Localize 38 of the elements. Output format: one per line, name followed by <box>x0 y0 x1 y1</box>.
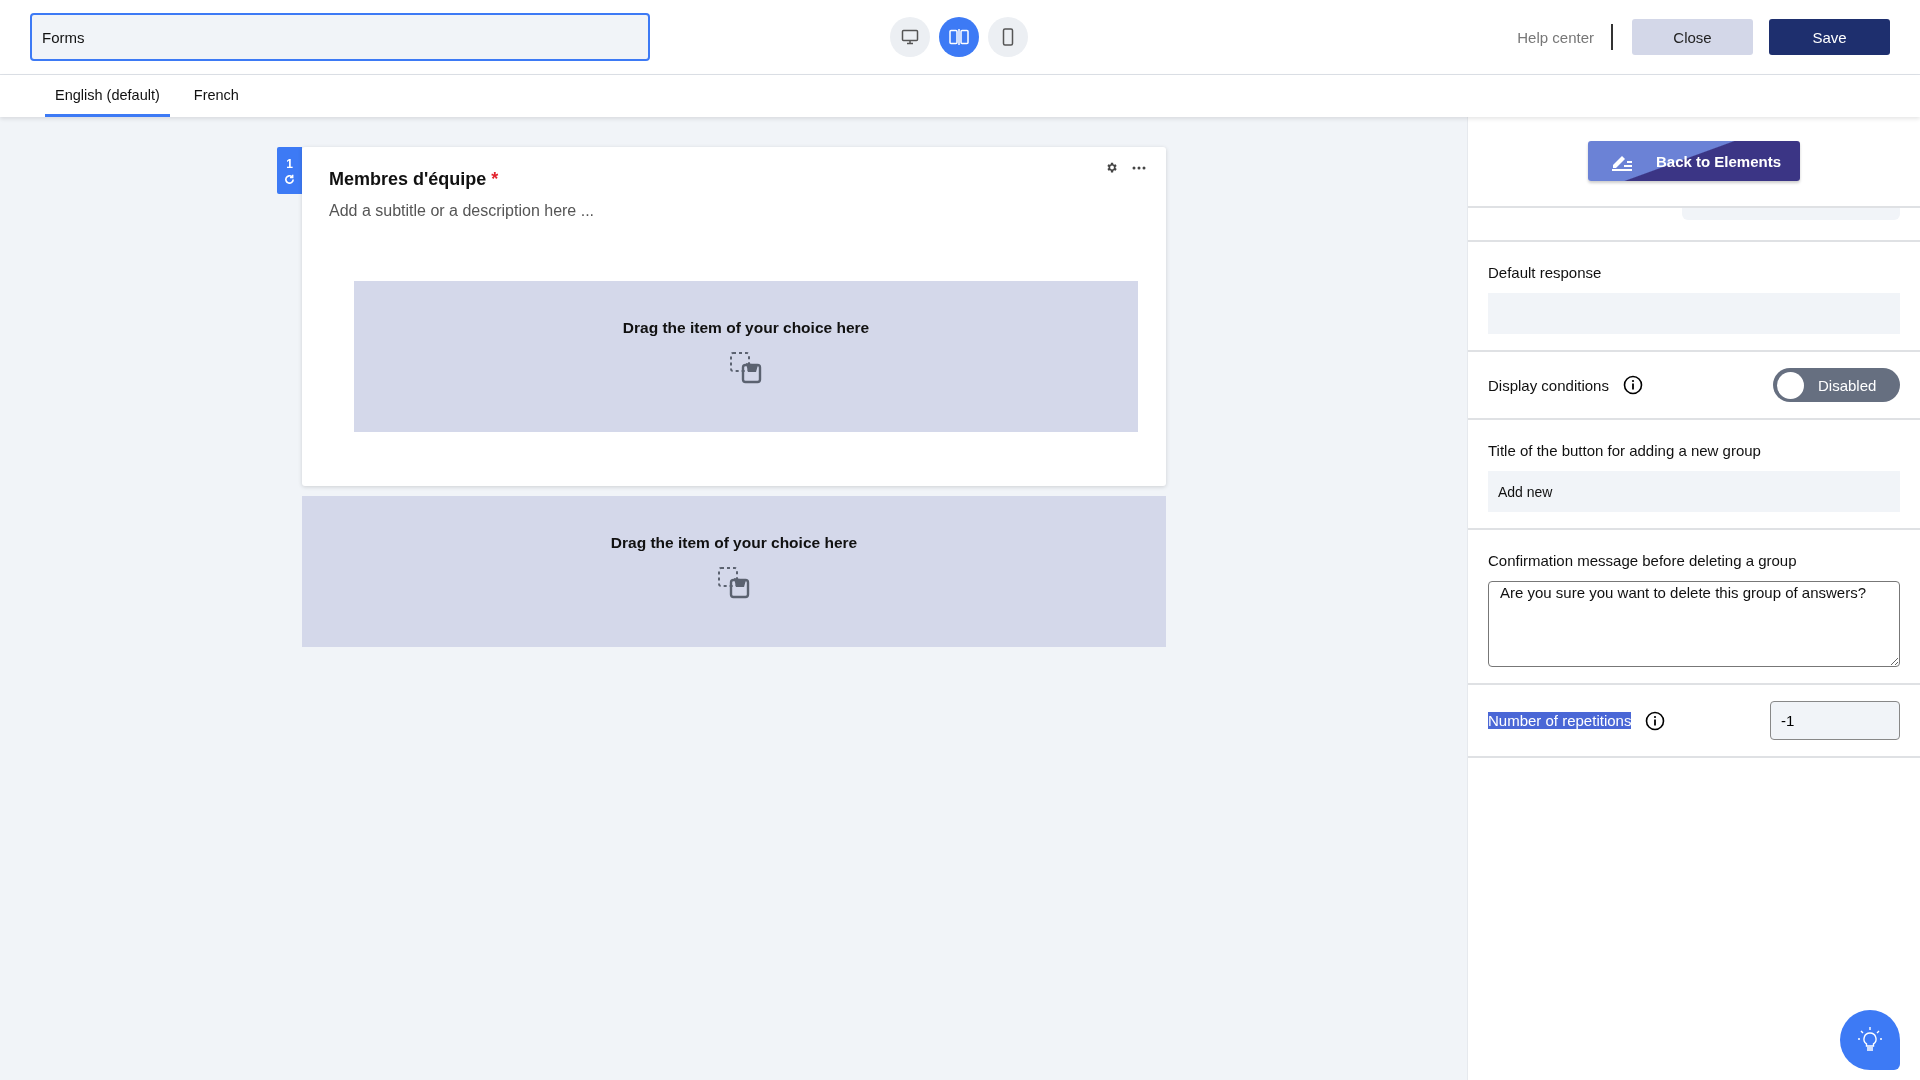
drop-zone[interactable]: Drag the item of your choice here <box>302 496 1166 647</box>
required-asterisk: * <box>491 169 499 189</box>
view-mode-button[interactable] <box>939 17 979 57</box>
drop-zone-label: Drag the item of your choice here <box>622 319 870 337</box>
info-icon[interactable] <box>1622 375 1643 395</box>
drag-hand-icon <box>729 351 763 385</box>
display-conditions-toggle[interactable]: Disabled <box>1773 368 1900 402</box>
confirmation-message-field[interactable]: Are you sure you want to delete this group of answers? <box>1488 581 1900 667</box>
drop-zone-label: Drag the item of your choice here <box>610 534 858 552</box>
field-label: Number of repetitions <box>1488 712 1632 729</box>
phone-icon <box>1002 28 1014 46</box>
drag-hand-icon <box>717 566 751 600</box>
drop-zone[interactable]: Drag the item of your choice here <box>354 281 1138 432</box>
field-label: Default response <box>1488 264 1603 281</box>
save-button[interactable]: Save <box>1769 19 1890 55</box>
language-tab[interactable]: French <box>183 75 249 117</box>
tips-button[interactable] <box>1840 1010 1900 1070</box>
form-title-field[interactable]: Forms <box>30 13 650 61</box>
input-field[interactable] <box>1682 208 1900 220</box>
field-label: Confirmation message before deleting a group <box>1488 552 1798 569</box>
more-icon[interactable] <box>1132 165 1146 170</box>
lightbulb-icon <box>1857 1026 1883 1054</box>
field-label: Display conditions <box>1488 376 1609 394</box>
split-view-icon <box>949 29 969 45</box>
view-mode-button[interactable] <box>988 17 1028 57</box>
monitor-icon <box>901 29 919 45</box>
add-button-title-field[interactable]: Add new <box>1488 471 1900 512</box>
question-title: Membres d'équipe * <box>329 169 500 190</box>
field-label: Title of the button for adding a new group <box>1488 442 1762 459</box>
settings-icon[interactable] <box>1105 161 1118 174</box>
repetitions-field[interactable]: -1 <box>1770 701 1900 740</box>
view-mode-button[interactable] <box>890 17 930 57</box>
info-icon[interactable] <box>1645 710 1666 731</box>
question-number: 1 <box>286 156 293 171</box>
close-button[interactable]: Close <box>1632 19 1753 55</box>
back-to-elements-button[interactable]: Back to Elements <box>1588 141 1800 181</box>
help-center-link[interactable]: Help center <box>1517 28 1594 46</box>
repeat-icon <box>284 173 295 185</box>
